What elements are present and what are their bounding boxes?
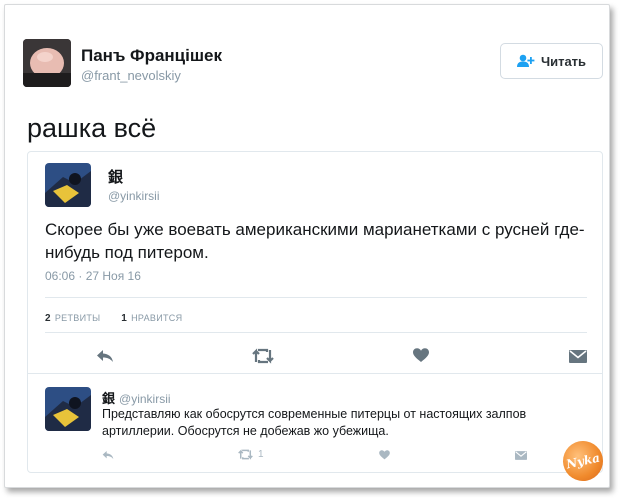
tweet-stats: 2 РЕТВИТЫ 1 НРАВИТСЯ bbox=[45, 313, 200, 324]
quoted-tweet[interactable]: 銀 @yinkirsii Скорее бы уже воевать амери… bbox=[27, 151, 603, 473]
retweets-stat[interactable]: 2 РЕТВИТЫ bbox=[45, 313, 101, 324]
author-handle[interactable]: @frant_nevolskiy bbox=[81, 68, 181, 83]
retweet-icon bbox=[238, 449, 253, 460]
heart-icon bbox=[413, 348, 429, 362]
divider bbox=[28, 373, 602, 374]
reply-retweet-button[interactable]: 1 bbox=[238, 449, 264, 460]
likes-label: НРАВИТСЯ bbox=[131, 313, 183, 323]
author-name[interactable]: Панъ Францішек bbox=[81, 46, 222, 66]
retweets-label: РЕТВИТЫ bbox=[54, 313, 101, 323]
follow-label: Читать bbox=[540, 53, 587, 69]
likes-stat[interactable]: 1 НРАВИТСЯ bbox=[121, 313, 183, 324]
reply-name[interactable]: 銀 bbox=[102, 391, 115, 406]
reply-like-button[interactable] bbox=[379, 450, 390, 460]
reply-avatar[interactable] bbox=[45, 387, 91, 431]
reply-handle[interactable]: @yinkirsii bbox=[119, 392, 171, 406]
like-button[interactable] bbox=[413, 348, 429, 363]
retweets-count: 2 bbox=[45, 313, 51, 324]
reply-reply-button[interactable] bbox=[102, 450, 114, 460]
follow-button[interactable]: Читать bbox=[500, 43, 603, 79]
divider bbox=[45, 297, 587, 298]
quoted-text: Скорее бы уже воевать американскими мари… bbox=[45, 220, 585, 262]
reply-icon bbox=[102, 451, 114, 459]
envelope-icon bbox=[515, 451, 527, 460]
reply-header: 銀 @yinkirsii bbox=[102, 388, 171, 408]
reply-icon bbox=[97, 350, 113, 362]
tweet-card: Панъ Францішек @frant_nevolskiy Читать р… bbox=[4, 4, 610, 488]
add-user-icon bbox=[516, 54, 535, 67]
reply-message-button[interactable] bbox=[515, 451, 527, 460]
heart-icon bbox=[379, 450, 390, 460]
retweet-icon bbox=[252, 348, 274, 364]
quoted-timestamp[interactable]: 06:06 · 27 Ноя 16 bbox=[45, 269, 141, 283]
divider bbox=[45, 332, 587, 333]
quoted-name[interactable]: 銀 bbox=[108, 166, 123, 187]
envelope-icon bbox=[569, 350, 587, 363]
tweet-text: рашка всё bbox=[27, 113, 157, 143]
quoted-handle[interactable]: @yinkirsii bbox=[108, 189, 160, 203]
retweet-button[interactable] bbox=[252, 348, 274, 364]
author-avatar[interactable] bbox=[23, 39, 71, 87]
message-button[interactable] bbox=[569, 350, 587, 363]
reply-text: Представляю как обосрутся современные пи… bbox=[102, 407, 527, 438]
likes-count: 1 bbox=[121, 313, 128, 324]
reply-button[interactable] bbox=[96, 349, 114, 363]
quoted-avatar[interactable] bbox=[45, 163, 91, 207]
reply-retweet-count: 1 bbox=[258, 449, 264, 460]
watermark-text: Nyka bbox=[564, 450, 602, 472]
